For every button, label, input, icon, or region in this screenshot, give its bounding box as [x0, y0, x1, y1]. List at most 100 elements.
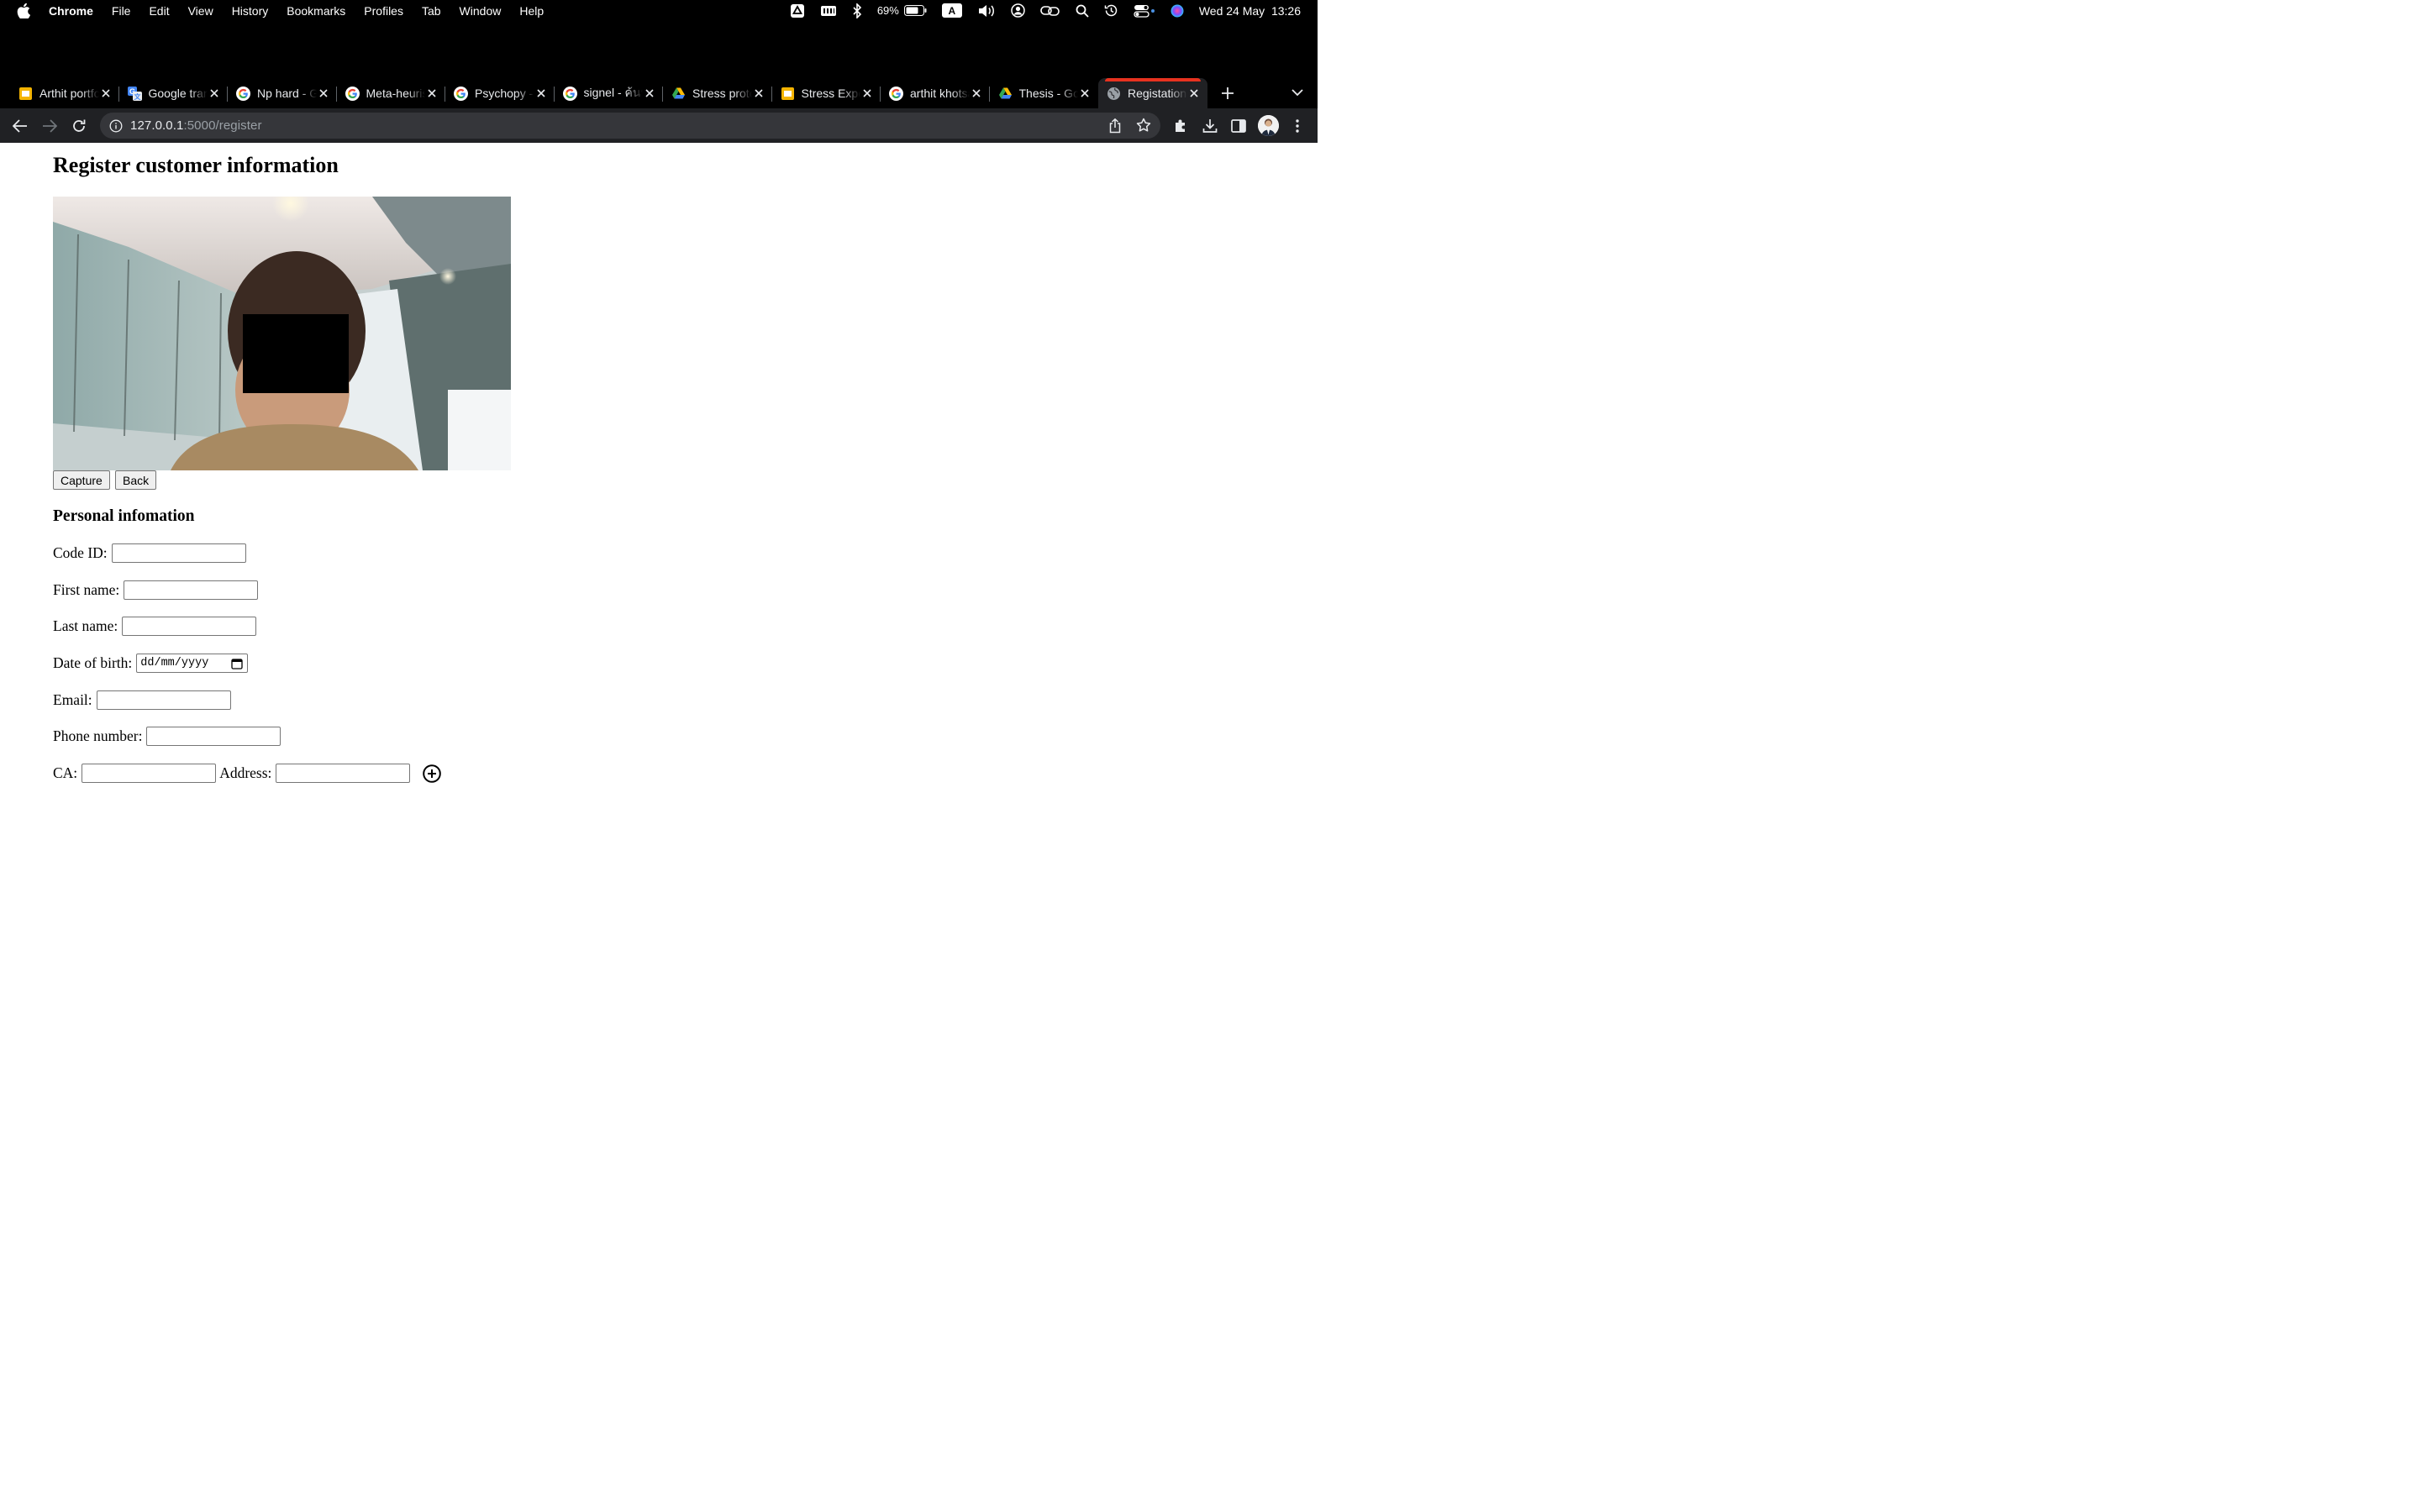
tab[interactable]: Thesis - Google Drive	[990, 78, 1099, 108]
last-name-input[interactable]	[122, 617, 257, 636]
address-bar[interactable]: 127.0.0.1:5000/register	[100, 113, 1160, 139]
menu-app-name[interactable]: Chrome	[49, 4, 93, 18]
tab-close-icon[interactable]	[208, 87, 221, 100]
tab[interactable]: arthit khotsaenlang - Google Search	[881, 78, 990, 108]
menu-view[interactable]: View	[188, 4, 213, 18]
share-icon[interactable]	[1108, 118, 1122, 138]
tab-close-icon[interactable]	[1078, 87, 1092, 100]
back-arrow-icon[interactable]	[11, 117, 29, 135]
bluetooth-icon[interactable]	[852, 3, 862, 18]
code-id-input[interactable]	[111, 543, 246, 563]
forward-arrow-icon[interactable]	[40, 117, 59, 135]
menu-history[interactable]: History	[232, 4, 269, 18]
menu-tab[interactable]: Tab	[422, 4, 441, 18]
tab-title: Np hard - Google Search	[257, 87, 317, 100]
side-panel-icon[interactable]	[1229, 117, 1248, 135]
phone-input[interactable]	[146, 727, 281, 746]
tab-title: Thesis - Google Drive	[1018, 87, 1079, 100]
google-drive-status-icon[interactable]	[790, 3, 805, 18]
dob-label: Date of birth:	[53, 654, 133, 671]
capture-button[interactable]: Capture	[53, 470, 110, 490]
last-name-label: Last name:	[53, 617, 118, 634]
tab-search-chevron-icon[interactable]	[1289, 84, 1306, 101]
google-icon	[454, 86, 468, 101]
menu-edit[interactable]: Edit	[149, 4, 169, 18]
dob-date-input[interactable]: dd/mm/yyyy	[136, 654, 249, 673]
browser-tab-strip: Arthit portfolio G文 Google translate Np har…	[0, 21, 1318, 108]
tab-title: arthit khotsaenlang - Google Search	[910, 87, 970, 100]
tab[interactable]: G文 Google translate	[119, 78, 228, 108]
ca-input[interactable]	[82, 764, 217, 783]
user-account-icon[interactable]	[1011, 3, 1025, 18]
dob-row: Date of birth: dd/mm/yyyy	[53, 654, 249, 673]
ca-label: CA:	[53, 764, 78, 781]
translate-icon: G文	[127, 86, 142, 101]
email-input[interactable]	[96, 690, 231, 710]
battery-status[interactable]: 69%	[877, 4, 927, 17]
url-host: 127.0.0.1	[130, 118, 184, 133]
tab-title: Google translate	[148, 87, 208, 100]
menu-file[interactable]: File	[112, 4, 131, 18]
calendar-icon[interactable]	[231, 658, 243, 669]
tab-close-icon[interactable]	[860, 87, 874, 100]
menu-bookmarks[interactable]: Bookmarks	[287, 4, 345, 18]
email-label: Email:	[53, 691, 92, 708]
tab[interactable]: Np hard - Google Search	[228, 78, 337, 108]
tab-close-icon[interactable]	[1187, 87, 1201, 100]
tab[interactable]: Psychopy - Google Search	[445, 78, 555, 108]
tab-close-icon[interactable]	[425, 87, 439, 100]
tab-close-icon[interactable]	[643, 87, 656, 100]
tab-close-icon[interactable]	[99, 87, 113, 100]
tab[interactable]: Stress Experiment	[772, 78, 881, 108]
tab-close-icon[interactable]	[752, 87, 765, 100]
screen-mirroring-icon[interactable]	[1040, 4, 1060, 18]
tab-title: Psychopy - Google Search	[475, 87, 534, 100]
address-input[interactable]	[276, 764, 411, 783]
tab-close-icon[interactable]	[534, 87, 548, 100]
new-tab-plus-icon[interactable]	[1213, 78, 1243, 108]
tab[interactable]: Stress protocol	[663, 78, 772, 108]
add-address-plus-icon[interactable]	[423, 764, 442, 783]
code-id-label: Code ID:	[53, 544, 108, 561]
address-url[interactable]: 127.0.0.1:5000/register	[130, 118, 262, 133]
tab-title: Meta-heuristic - Google Search	[366, 87, 426, 100]
memory-status-icon[interactable]	[820, 4, 837, 18]
siri-icon[interactable]	[1171, 4, 1184, 18]
menu-help[interactable]: Help	[519, 4, 544, 18]
site-info-icon[interactable]	[109, 119, 123, 133]
back-button[interactable]: Back	[115, 470, 157, 490]
tab-close-icon[interactable]	[317, 87, 330, 100]
chrome-menu-kebab-icon[interactable]	[1288, 117, 1307, 135]
tab-active[interactable]: Registation	[1098, 78, 1207, 108]
profile-avatar[interactable]	[1258, 115, 1279, 136]
dob-placeholder: dd/mm/yyyy	[140, 657, 209, 669]
tab-close-icon[interactable]	[970, 87, 983, 100]
spotlight-search-icon[interactable]	[1076, 4, 1089, 18]
input-source-badge[interactable]: A	[941, 3, 962, 18]
control-center-icon[interactable]	[1134, 4, 1155, 18]
tab-list: Arthit portfolio G文 Google translate Np har…	[10, 78, 1243, 108]
google-icon	[236, 86, 250, 101]
bookmark-star-icon[interactable]	[1136, 118, 1151, 137]
tab[interactable]: Meta-heuristic - Google Search	[337, 78, 445, 108]
menubar-clock[interactable]: Wed 24 May 13:26	[1199, 4, 1301, 18]
tab[interactable]: signel - ค้นหาด้วย Google	[555, 78, 663, 108]
drive-icon	[671, 87, 686, 101]
section-title: Personal infomation	[53, 507, 195, 525]
menu-window[interactable]: Window	[460, 4, 502, 18]
battery-percent: 69%	[876, 4, 899, 17]
reload-icon[interactable]	[70, 117, 88, 135]
tab[interactable]: Arthit portfolio	[10, 78, 119, 108]
address-label: Address:	[219, 764, 272, 781]
time-machine-icon[interactable]	[1104, 3, 1118, 18]
extensions-puzzle-icon[interactable]	[1171, 117, 1190, 135]
google-icon	[345, 86, 360, 101]
first-name-input[interactable]	[124, 580, 259, 600]
apple-logo-icon[interactable]	[17, 3, 32, 18]
browser-toolbar: 127.0.0.1:5000/register	[0, 108, 1318, 143]
volume-icon[interactable]	[977, 4, 996, 18]
tab-title: Arthit portfolio	[39, 87, 99, 100]
menu-profiles[interactable]: Profiles	[364, 4, 403, 18]
phone-row: Phone number:	[53, 727, 281, 746]
download-icon[interactable]	[1201, 117, 1219, 135]
